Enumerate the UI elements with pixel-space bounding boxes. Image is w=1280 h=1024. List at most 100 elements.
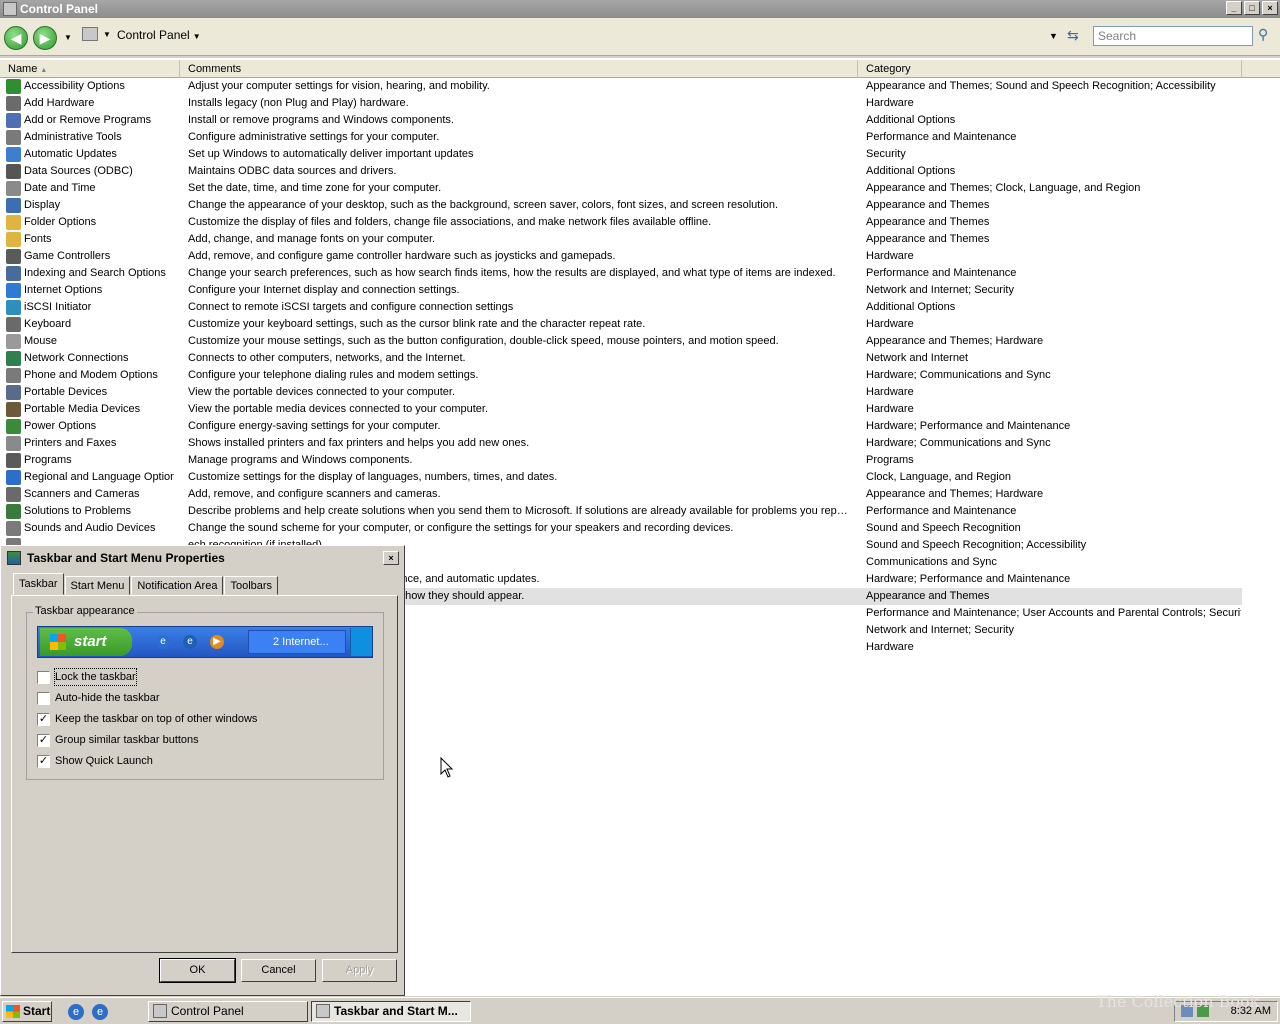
checkbox-label[interactable]: Keep the taskbar on top of other windows — [55, 711, 257, 727]
checkbox[interactable]: ✓ — [37, 755, 50, 768]
item-name: Portable Media Devices — [24, 403, 141, 415]
breadcrumb-control-panel[interactable]: Control Panel — [117, 28, 190, 42]
applet-icon — [6, 470, 21, 485]
column-header-comments[interactable]: Comments — [180, 60, 858, 78]
back-button[interactable]: ◀ — [4, 26, 28, 50]
list-item[interactable]: Add Hardware Installs legacy (non Plug an… — [0, 95, 1242, 112]
list-item[interactable]: Sounds and Audio Devices Change the sound… — [0, 520, 1242, 537]
list-item[interactable]: Data Sources (ODBC) Maintains ODBC data s… — [0, 163, 1242, 180]
ok-button[interactable]: OK — [159, 958, 236, 983]
list-item[interactable]: Phone and Modem Options Configure your te… — [0, 367, 1242, 384]
column-header-category[interactable]: Category — [858, 60, 1242, 78]
list-item[interactable]: iSCSI Initiator Connect to remote iSCSI t… — [0, 299, 1242, 316]
refresh-icon[interactable]: ⇆ — [1067, 27, 1079, 44]
list-item[interactable]: Automatic Updates Set up Windows to autom… — [0, 146, 1242, 163]
history-dropdown-icon[interactable]: ▼ — [64, 33, 72, 42]
column-header-name[interactable]: Name ▲ — [0, 60, 180, 78]
item-name: iSCSI Initiator — [24, 301, 92, 313]
applet-icon — [6, 249, 21, 264]
dialog-titlebar[interactable]: Taskbar and Start Menu Properties × — [3, 548, 402, 568]
recent-dropdown-icon[interactable]: ▼ — [1049, 31, 1058, 41]
minimize-button[interactable]: _ — [1226, 1, 1242, 15]
item-name: Game Controllers — [24, 250, 111, 262]
item-category: Appearance and Themes; Hardware — [866, 335, 1044, 347]
item-category: Additional Options — [866, 114, 956, 126]
list-item[interactable]: Scanners and Cameras Add, remove, and con… — [0, 486, 1242, 503]
list-item[interactable]: Game Controllers Add, remove, and configu… — [0, 248, 1242, 265]
item-comment: Shows installed printers and fax printer… — [188, 437, 530, 449]
list-item[interactable]: Regional and Language Options Customize s… — [0, 469, 1242, 486]
list-item[interactable]: Folder Options Customize the display of f… — [0, 214, 1242, 231]
list-item[interactable]: Internet Options Configure your Internet … — [0, 282, 1242, 299]
list-item[interactable]: Indexing and Search Options Change your s… — [0, 265, 1242, 282]
list-item[interactable]: Date and Time Set the date, time, and tim… — [0, 180, 1242, 197]
applet-icon — [6, 419, 21, 434]
task-taskbar-properties[interactable]: Taskbar and Start M... — [311, 1001, 471, 1022]
forward-button[interactable]: ▶ — [33, 26, 57, 50]
task-control-panel[interactable]: Control Panel — [148, 1001, 308, 1022]
item-name: Portable Devices — [24, 386, 108, 398]
checkbox-label[interactable]: Lock the taskbar — [54, 668, 137, 686]
list-item[interactable]: Power Options Configure energy-saving set… — [0, 418, 1242, 435]
tab-taskbar[interactable]: Taskbar — [13, 573, 64, 595]
list-item[interactable]: Network Connections Connects to other com… — [0, 350, 1242, 367]
checkbox[interactable]: ✓ — [37, 734, 50, 747]
checkbox-label[interactable]: Show Quick Launch — [55, 753, 153, 769]
list-item[interactable]: Mouse Customize your mouse settings, such… — [0, 333, 1242, 350]
list-item[interactable]: Portable Devices View the portable device… — [0, 384, 1242, 401]
list-item[interactable]: Add or Remove Programs Install or remove … — [0, 112, 1242, 129]
search-input[interactable]: Search — [1093, 26, 1253, 46]
applet-icon — [6, 232, 21, 247]
checkbox-label[interactable]: Group similar taskbar buttons — [55, 732, 199, 748]
item-category: Programs — [866, 454, 914, 466]
breadcrumb[interactable]: Control Panel ▼ — [117, 28, 201, 42]
item-category: Hardware — [866, 386, 914, 398]
item-comment: Configure your Internet display and conn… — [188, 284, 460, 296]
list-item[interactable]: Accessibility Options Adjust your compute… — [0, 78, 1242, 95]
list-item[interactable]: Administrative Tools Configure administra… — [0, 129, 1242, 146]
list-item[interactable]: Printers and Faxes Shows installed printe… — [0, 435, 1242, 452]
list-item[interactable]: Display Change the appearance of your des… — [0, 197, 1242, 214]
list-item[interactable]: Fonts Add, change, and manage fonts on yo… — [0, 231, 1242, 248]
list-item[interactable]: Programs Manage programs and Windows comp… — [0, 452, 1242, 469]
maximize-button[interactable]: □ — [1244, 1, 1260, 15]
cancel-button[interactable]: Cancel — [241, 959, 316, 982]
list-item[interactable]: Portable Media Devices View the portable … — [0, 401, 1242, 418]
list-item[interactable]: Solutions to Problems Describe problems a… — [0, 503, 1242, 520]
item-name: Printers and Faxes — [24, 437, 117, 449]
item-name: Display — [24, 199, 61, 211]
item-comment: Adjust your computer settings for vision… — [188, 80, 490, 92]
item-name: Fonts — [24, 233, 52, 245]
item-name: Keyboard — [24, 318, 72, 330]
close-button[interactable]: × — [1262, 1, 1278, 15]
item-category: Appearance and Themes — [866, 590, 990, 602]
quicklaunch-ie-icon[interactable]: e — [68, 1004, 84, 1020]
applet-icon — [6, 266, 21, 281]
checkbox[interactable]: ✓ — [37, 713, 50, 726]
start-button[interactable]: Start — [2, 1001, 52, 1022]
quicklaunch-ie2-icon[interactable]: e — [92, 1004, 108, 1020]
tab-notification-area[interactable]: Notification Area — [131, 576, 224, 595]
checkbox-label[interactable]: Auto-hide the taskbar — [55, 690, 160, 706]
mouse-cursor-icon — [440, 757, 454, 778]
tab-start-menu[interactable]: Start Menu — [64, 576, 131, 595]
checkbox[interactable] — [37, 671, 50, 684]
address-dropdown-icon[interactable]: ▼ — [103, 30, 111, 39]
apply-button[interactable]: Apply — [322, 959, 397, 982]
checkbox[interactable] — [37, 692, 50, 705]
item-category: Hardware; Communications and Sync — [866, 437, 1051, 449]
taskbar-appearance-group: Taskbar appearance start e e ▶ 2 Interne… — [26, 605, 384, 780]
item-category: Hardware — [866, 250, 914, 262]
applet-icon — [6, 130, 21, 145]
item-name: Add or Remove Programs — [24, 114, 152, 126]
window-title: Control Panel — [20, 2, 99, 16]
dialog-close-button[interactable]: × — [383, 551, 399, 565]
applet-icon — [6, 385, 21, 400]
list-item[interactable]: Keyboard Customize your keyboard settings… — [0, 316, 1242, 333]
window-titlebar[interactable]: Control Panel _ □ × — [0, 0, 1280, 18]
breadcrumb-dropdown-icon[interactable]: ▼ — [193, 32, 201, 41]
dialog-tabs: Taskbar Start Menu Notification Area Too… — [13, 573, 279, 595]
search-icon[interactable]: ⚲ — [1258, 26, 1268, 43]
item-name: Folder Options — [24, 216, 97, 228]
tab-toolbars[interactable]: Toolbars — [224, 576, 279, 595]
